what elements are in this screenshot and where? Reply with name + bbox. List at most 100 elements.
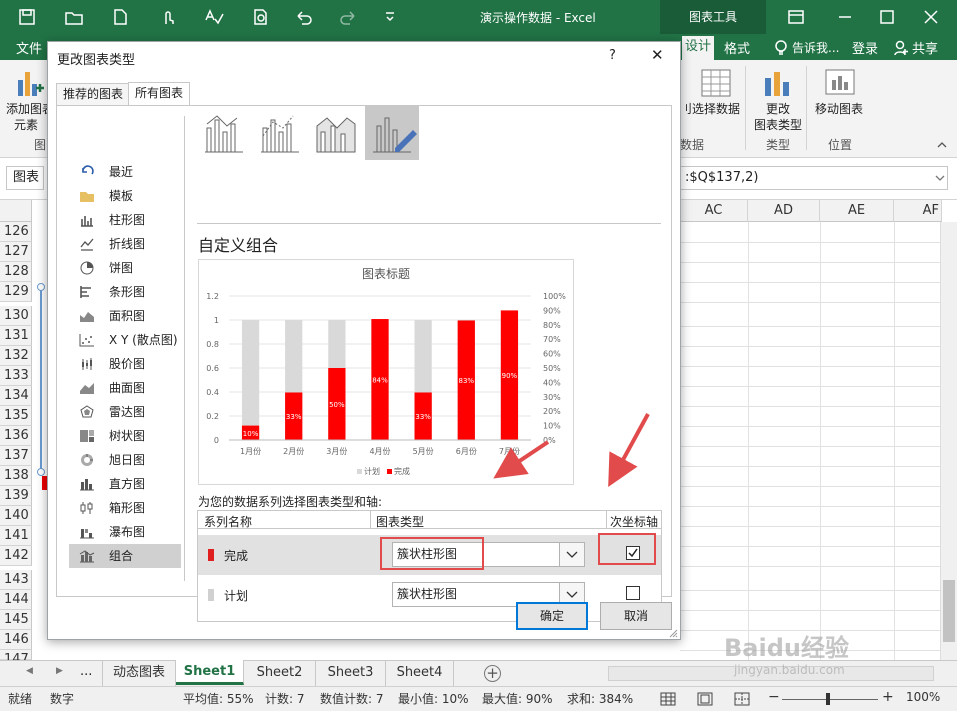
sheet-nav-prev[interactable]: ◀ <box>26 666 33 676</box>
add-chart-element-icon[interactable] <box>14 68 44 100</box>
row-header[interactable]: 139 <box>0 486 32 506</box>
save-icon[interactable] <box>18 8 36 26</box>
chart-category-12[interactable]: 旭日图 <box>69 448 181 472</box>
row-header[interactable]: 146 <box>0 630 32 650</box>
row-header[interactable]: 128 <box>0 262 32 282</box>
select-data-icon[interactable] <box>700 68 732 100</box>
chart-category-15[interactable]: 瀑布图 <box>69 520 181 544</box>
select-data-button[interactable]: 选择数据 <box>692 100 740 117</box>
chart-category-9[interactable]: 曲面图 <box>69 376 181 400</box>
scrollbar-thumb[interactable] <box>943 580 955 642</box>
secondary-axis-checkbox[interactable] <box>626 586 640 600</box>
undo-icon[interactable] <box>294 8 314 26</box>
close-window-icon[interactable] <box>924 10 938 24</box>
zoom-in-button[interactable]: + <box>882 689 894 705</box>
chart-category-7[interactable]: X Y (散点图) <box>69 328 181 352</box>
chart-category-11[interactable]: 树状图 <box>69 424 181 448</box>
combo-line-secondary-thumb[interactable] <box>253 106 307 160</box>
page-layout-view-icon[interactable] <box>697 692 713 706</box>
row-header[interactable]: 147 <box>0 650 32 667</box>
customize-toolbar-icon[interactable] <box>384 10 396 24</box>
add-chart-element-label-2[interactable]: 元素 <box>14 116 38 133</box>
row-header[interactable]: 127 <box>0 242 32 262</box>
column-header[interactable]: AF <box>894 200 942 222</box>
collapse-ribbon-icon[interactable] <box>936 140 948 150</box>
tab-design[interactable]: 设计 <box>682 36 714 60</box>
row-header[interactable]: 134 <box>0 386 32 406</box>
column-header[interactable]: AD <box>748 200 820 222</box>
select-all-corner[interactable] <box>0 200 32 222</box>
row-header[interactable]: 135 <box>0 406 32 426</box>
expand-formula-icon[interactable] <box>934 172 946 184</box>
sheet-tab-active[interactable]: Sheet1 <box>176 660 244 685</box>
sheet-tab[interactable]: Sheet4 <box>386 661 454 686</box>
row-header[interactable]: 126 <box>0 222 32 242</box>
row-header[interactable]: 140 <box>0 506 32 526</box>
normal-view-icon[interactable] <box>660 692 676 706</box>
name-box[interactable]: 图表 <box>6 166 44 190</box>
chart-category-16[interactable]: 组合 <box>69 544 181 568</box>
sheet-more[interactable]: ... <box>80 664 92 679</box>
column-header[interactable]: AC <box>680 200 748 222</box>
add-sheet-button[interactable]: + <box>484 665 501 682</box>
sheet-tab[interactable]: Sheet3 <box>316 661 386 686</box>
row-header[interactable]: 144 <box>0 590 32 610</box>
move-chart-icon[interactable] <box>824 68 856 98</box>
row-header[interactable]: 129 <box>0 282 32 302</box>
move-chart-button[interactable]: 移动图表 <box>815 100 863 117</box>
ok-button[interactable]: 确定 <box>516 602 588 630</box>
sheet-nav-next[interactable]: ▶ <box>56 666 63 676</box>
new-icon[interactable] <box>112 8 128 26</box>
row-header[interactable]: 136 <box>0 426 32 446</box>
login-link[interactable]: 登录 <box>852 38 878 57</box>
combo-clustered-line-thumb[interactable] <box>197 106 251 160</box>
row-header[interactable]: 137 <box>0 446 32 466</box>
tab-format[interactable]: 格式 <box>724 38 750 57</box>
formula-input[interactable]: :$Q$137,2) <box>680 166 948 190</box>
open-icon[interactable] <box>64 8 84 26</box>
vertical-scrollbar[interactable] <box>940 222 957 660</box>
sheet-tab[interactable]: Sheet2 <box>244 661 316 686</box>
row-header[interactable]: 142 <box>0 546 32 566</box>
chart-category-0[interactable]: 最近 <box>69 160 181 184</box>
print-preview-icon[interactable] <box>252 8 270 26</box>
series-row-plan[interactable]: 计划 簇状柱形图 <box>198 575 661 615</box>
dialog-close-button[interactable]: ✕ <box>651 46 664 64</box>
row-header[interactable]: 133 <box>0 366 32 386</box>
zoom-slider-track[interactable] <box>782 699 878 700</box>
ribbon-display-icon[interactable] <box>788 10 804 24</box>
chart-category-2[interactable]: 柱形图 <box>69 208 181 232</box>
zoom-out-button[interactable]: − <box>768 689 780 705</box>
help-button[interactable]: ? <box>609 48 616 63</box>
zoom-slider-thumb[interactable] <box>826 693 830 705</box>
row-header[interactable]: 143 <box>0 570 32 590</box>
row-header[interactable]: 131 <box>0 326 32 346</box>
change-chart-type-label-1[interactable]: 更改 <box>766 100 790 117</box>
chart-category-5[interactable]: 条形图 <box>69 280 181 304</box>
share-button[interactable]: 共享 <box>912 38 938 57</box>
chart-category-10[interactable]: 雷达图 <box>69 400 181 424</box>
row-header[interactable]: 138 <box>0 466 32 486</box>
redo-icon[interactable] <box>338 8 358 26</box>
touch-mode-icon[interactable] <box>158 8 176 26</box>
page-break-view-icon[interactable] <box>734 692 750 706</box>
tab-all-charts[interactable]: 所有图表 <box>128 82 191 106</box>
tab-recommended-charts[interactable]: 推荐的图表 <box>56 83 131 106</box>
combo-area-thumb[interactable] <box>309 106 363 160</box>
change-chart-type-icon[interactable] <box>762 68 792 100</box>
chart-category-4[interactable]: 饼图 <box>69 256 181 280</box>
sheet-tab[interactable]: 动态图表 <box>102 661 176 686</box>
chart-category-14[interactable]: 箱形图 <box>69 496 181 520</box>
change-chart-type-label-2[interactable]: 图表类型 <box>754 116 802 133</box>
minimize-icon[interactable] <box>838 10 852 24</box>
resize-handle[interactable] <box>37 468 45 476</box>
row-header[interactable]: 132 <box>0 346 32 366</box>
tell-me-box[interactable]: 告诉我... <box>792 39 839 56</box>
resize-handle[interactable] <box>37 283 45 291</box>
tab-file[interactable]: 文件 <box>16 38 42 57</box>
dropdown-arrow[interactable] <box>559 543 584 566</box>
row-header[interactable]: 141 <box>0 526 32 546</box>
chart-category-6[interactable]: 面积图 <box>69 304 181 328</box>
cancel-button[interactable]: 取消 <box>600 602 672 630</box>
chart-category-8[interactable]: 股价图 <box>69 352 181 376</box>
